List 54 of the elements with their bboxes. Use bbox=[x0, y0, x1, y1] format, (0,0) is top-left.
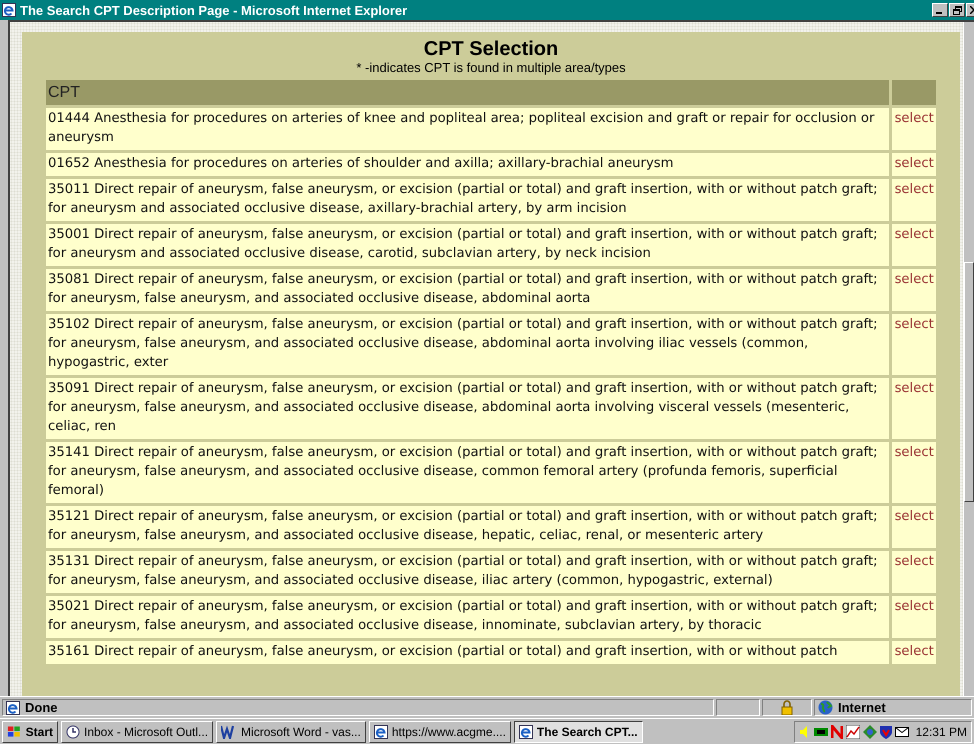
select-link[interactable]: select bbox=[894, 111, 934, 126]
clock-text: 12:31 PM bbox=[916, 724, 967, 738]
column-header bbox=[892, 80, 936, 105]
select-link[interactable]: select bbox=[894, 156, 934, 171]
browser-icon bbox=[2, 3, 16, 17]
description-cell: 35121 Direct repair of aneurysm, false aneurysm, or excision (partial or total) and graft insertion, with or without patch graft; for aneurysm, false aneurysm, and associated occlusive disease, hepatic, celiac, renal, or mesenteric artery bbox=[46, 506, 892, 548]
taskbar-button[interactable]: Inbox - Microsoft Outl... bbox=[61, 720, 214, 742]
description-cell: 35141 Direct repair of aneurysm, false aneurysm, or excision (partial or total) and graft insertion, with or without patch graft; for aneurysm, false aneurysm, and associated occlusive disease, common femoral artery (profunda femoris, superficial femoral) bbox=[46, 442, 892, 503]
select-link[interactable]: select bbox=[894, 554, 934, 569]
select-link[interactable]: select bbox=[894, 445, 934, 460]
status-text: Done bbox=[25, 700, 58, 715]
description-cell: 35161 Direct repair of aneurysm, false aneurysm, or excision (partial or total) and graft insertion, with or without patch bbox=[46, 641, 892, 664]
description-cell: 35081 Direct repair of aneurysm, false aneurysm, or excision (partial or total) and graft insertion, with or without patch graft; for aneurysm, false aneurysm, and associated occlusive disease, abdominal aorta bbox=[46, 269, 892, 311]
select-link[interactable]: select bbox=[894, 599, 934, 614]
description-cell: 01444 Anesthesia for procedures on arteries of knee and popliteal area; popliteal excision and graft or repair for occlusion or aneurysm bbox=[46, 108, 892, 150]
description-cell: 35021 Direct repair of aneurysm, false aneurysm, or excision (partial or total) and graft insertion, with or without patch graft; for aneurysm, false aneurysm, and associated occlusive disease, innominate, subclavian artery, by thoracic bbox=[46, 596, 892, 638]
page-heading: CPT Selection bbox=[424, 38, 558, 60]
globe-icon bbox=[818, 700, 833, 715]
browser-icon bbox=[374, 724, 388, 738]
taskbar-button[interactable]: The Search CPT... bbox=[514, 720, 643, 742]
column-header: CPT bbox=[46, 80, 892, 105]
lock-icon bbox=[781, 700, 793, 715]
windows-logo-icon bbox=[7, 724, 22, 738]
zone-text: Internet bbox=[838, 700, 886, 715]
select-link[interactable]: select bbox=[894, 182, 934, 197]
legend-note: * -indicates CPT is found in multiple area/types bbox=[356, 60, 626, 76]
taskbar-button[interactable]: Microsoft Word - vas... bbox=[216, 720, 366, 742]
description-cell: 01652 Anesthesia for procedures on arteries of shoulder and axilla; axillary-brachial aneurysm bbox=[46, 153, 892, 176]
chart-icon[interactable] bbox=[846, 724, 860, 738]
select-link[interactable]: select bbox=[894, 509, 934, 524]
window-title: The Search CPT Description Page - Microsoft Internet Explorer bbox=[20, 2, 408, 18]
select-link[interactable]: select bbox=[894, 381, 934, 396]
restore-icon bbox=[952, 6, 962, 14]
minimize-button[interactable] bbox=[932, 3, 948, 17]
select-link[interactable]: select bbox=[894, 272, 934, 287]
browser-icon bbox=[6, 700, 20, 714]
shield-icon[interactable] bbox=[880, 724, 892, 738]
scrollbar[interactable] bbox=[963, 22, 974, 696]
select-link[interactable]: select bbox=[894, 644, 934, 659]
description-cell: 35091 Direct repair of aneurysm, false aneurysm, or excision (partial or total) and graft insertion, with or without patch graft; for aneurysm, false aneurysm, and associated occlusive disease, abdominal aorta involving visceral vessels (mesenteric, celiac, ren bbox=[46, 378, 892, 439]
description-cell: 35102 Direct repair of aneurysm, false aneurysm, or excision (partial or total) and graft insertion, with or without patch graft; for aneurysm, false aneurysm, and associated occlusive disease, abdominal aorta involving iliac vessels (common, hypogastric, exter bbox=[46, 314, 892, 375]
status-panel bbox=[716, 699, 760, 716]
select-link[interactable]: select bbox=[894, 227, 934, 242]
clock-icon bbox=[66, 724, 80, 738]
description-cell: 35001 Direct repair of aneurysm, false aneurysm, or excision (partial or total) and graft insertion, with or without patch graft; for aneurysm and associated occlusive disease, carotid, subclavian artery, by neck incision bbox=[46, 224, 892, 266]
taskbar-button[interactable]: https://www.acgme.... bbox=[368, 720, 511, 742]
start-button[interactable]: Start bbox=[2, 720, 58, 742]
network-icon[interactable] bbox=[814, 726, 828, 738]
browser-icon bbox=[518, 724, 533, 738]
envelope-icon[interactable] bbox=[894, 726, 909, 736]
restore-button[interactable] bbox=[949, 3, 965, 17]
description-cell: 35011 Direct repair of aneurysm, false aneurysm, or excision (partial or total) and graft insertion, with or without patch graft; for aneurysm and associated occlusive disease, axillary-brachial artery, by arm incision bbox=[46, 179, 892, 221]
description-cell: 35131 Direct repair of aneurysm, false aneurysm, or excision (partial or total) and graft insertion, with or without patch graft; for aneurysm, false aneurysm, and associated occlusive disease, iliac artery (common, hypogastric, external) bbox=[46, 551, 892, 593]
select-link[interactable]: select bbox=[894, 317, 934, 332]
